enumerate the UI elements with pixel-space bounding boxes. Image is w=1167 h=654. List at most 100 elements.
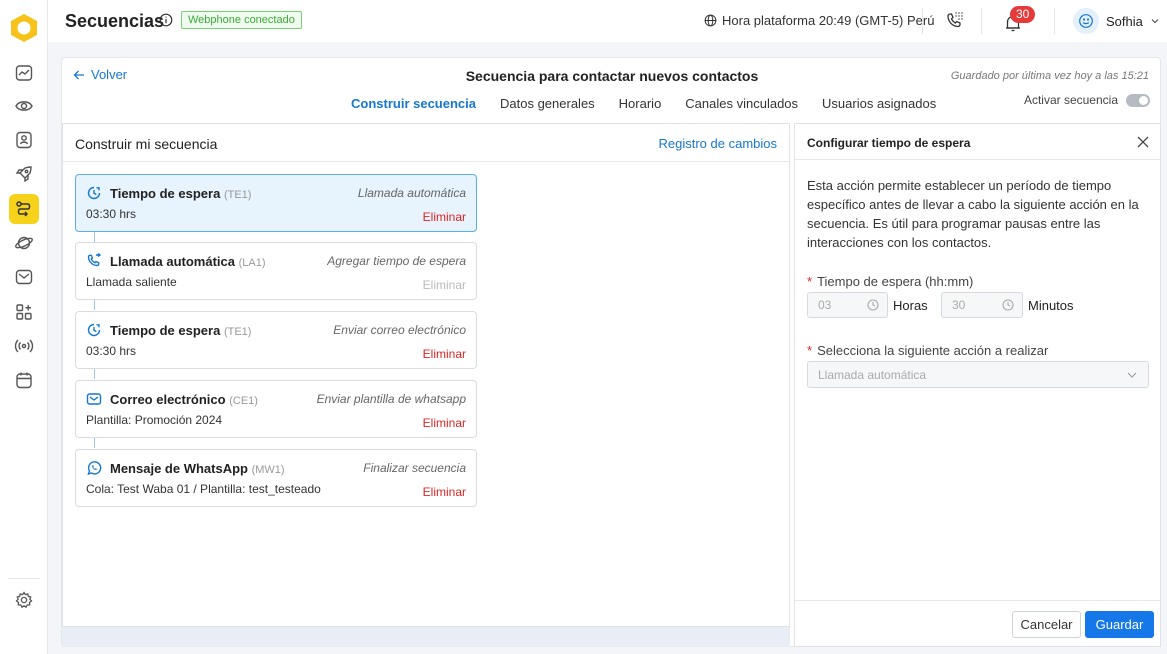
- save-button[interactable]: Guardar: [1085, 611, 1154, 638]
- config-header: Configurar tiempo de espera: [795, 124, 1160, 160]
- app-logo-icon[interactable]: [8, 12, 40, 44]
- sequence-header: Volver Secuencia para contactar nuevos c…: [62, 58, 1160, 122]
- saved-status: Guardado por última vez hoy a las 15:21: [950, 70, 1149, 82]
- step-detail: 03:30 hrs: [86, 344, 137, 358]
- step-connector: [94, 300, 95, 310]
- minutes-unit: Minutos: [1028, 298, 1074, 313]
- tab-horario[interactable]: Horario: [619, 96, 662, 111]
- mail-icon: [15, 269, 33, 285]
- sidebar-item-dashboard[interactable]: [9, 58, 39, 88]
- platform-time: Hora plataforma 20:49 (GMT-5) Perú: [704, 13, 934, 28]
- clock-icon: [1002, 299, 1014, 311]
- sidebar-item-settings[interactable]: [9, 585, 39, 615]
- webphone-status-badge: Webphone conectado: [181, 11, 302, 29]
- tab-canales-vinculados[interactable]: Canales vinculados: [685, 96, 798, 111]
- activity-icon: [15, 65, 33, 81]
- sidebar-item-channels[interactable]: [9, 331, 39, 361]
- avatar: [1073, 8, 1099, 34]
- step-detail: Plantilla: Promoción 2024: [86, 413, 223, 427]
- step-card[interactable]: Correo electrónico (CE1) Enviar plantill…: [75, 380, 477, 438]
- step-card[interactable]: Mensaje de WhatsApp (MW1) Finalizar secu…: [75, 449, 477, 507]
- chevron-down-icon: [1127, 372, 1137, 378]
- cancel-button[interactable]: Cancelar: [1012, 611, 1081, 638]
- step-detail: 03:30 hrs: [86, 207, 137, 221]
- builder-footer-strip: [62, 627, 790, 647]
- step-connector: [94, 369, 95, 379]
- planet-icon: [15, 236, 33, 250]
- step-name: Tiempo de espera (TE1): [110, 186, 252, 201]
- sidebar-item-integrations[interactable]: [9, 228, 39, 258]
- step-delete-button[interactable]: Eliminar: [423, 278, 466, 292]
- step-connector: [94, 232, 95, 242]
- mail-icon: [86, 393, 102, 405]
- sequence-tabs: Construir secuencia Datos generales Hora…: [351, 96, 960, 111]
- step-delete-button[interactable]: Eliminar: [423, 416, 466, 430]
- step-next-action: Llamada automática: [357, 186, 466, 200]
- step-card[interactable]: Tiempo de espera (TE1) Enviar correo ele…: [75, 311, 477, 369]
- clock-icon: [87, 186, 101, 200]
- page-title: Secuencias: [65, 11, 165, 31]
- config-title: Configurar tiempo de espera: [807, 136, 971, 150]
- info-icon[interactable]: [159, 13, 173, 27]
- minutes-value: 30: [952, 298, 966, 312]
- sidebar-item-contacts[interactable]: [9, 125, 39, 155]
- step-card[interactable]: Tiempo de espera (TE1) Llamada automátic…: [75, 174, 477, 232]
- apps-add-icon: [16, 304, 32, 320]
- builder-title: Construir mi secuencia: [75, 136, 218, 152]
- sidebar-item-monitor[interactable]: [9, 91, 39, 121]
- tab-datos-generales[interactable]: Datos generales: [500, 96, 595, 111]
- step-next-action: Enviar correo electrónico: [333, 323, 466, 337]
- step-delete-button[interactable]: Eliminar: [423, 210, 466, 224]
- activate-toggle[interactable]: [1126, 93, 1150, 107]
- sidebar-item-apps[interactable]: [9, 297, 39, 327]
- tab-construir-secuencia[interactable]: Construir secuencia: [351, 96, 476, 111]
- minutes-input[interactable]: 30: [941, 292, 1023, 318]
- step-name: Mensaje de WhatsApp (MW1): [110, 461, 285, 476]
- close-icon[interactable]: [1136, 135, 1150, 149]
- sequence-editor: Volver Secuencia para contactar nuevos c…: [61, 57, 1161, 647]
- step-detail: Llamada saliente: [86, 275, 177, 289]
- broadcast-icon: [14, 339, 34, 353]
- user-name: Sofhia: [1106, 13, 1143, 29]
- calendar-icon: [16, 372, 32, 389]
- sidebar-item-sequences[interactable]: [9, 194, 39, 224]
- step-name: Tiempo de espera (TE1): [110, 323, 252, 338]
- rocket-icon: [15, 166, 32, 183]
- step-next-action: Enviar plantilla de whatsapp: [316, 392, 466, 406]
- step-delete-button[interactable]: Eliminar: [423, 347, 466, 361]
- dialpad-phone-icon[interactable]: [943, 9, 967, 33]
- sidebar-item-campaigns[interactable]: [9, 159, 39, 189]
- activate-label: Activar secuencia: [1023, 93, 1118, 107]
- sidebar-item-mail[interactable]: [9, 262, 39, 292]
- builder-panel: Construir mi secuencia Registro de cambi…: [62, 123, 790, 627]
- contact-card-icon: [16, 131, 32, 149]
- step-detail: Cola: Test Waba 01 / Plantilla: test_tes…: [86, 482, 321, 496]
- sidebar-item-calendar[interactable]: [9, 365, 39, 395]
- clock-icon: [867, 299, 879, 311]
- step-name: Correo electrónico (CE1): [110, 392, 258, 407]
- hours-unit: Horas: [893, 298, 928, 313]
- divider: [1054, 8, 1055, 34]
- hours-input[interactable]: 03: [807, 292, 888, 318]
- eye-icon: [15, 101, 33, 111]
- top-bar: Secuencias Webphone conectado Hora plata…: [48, 0, 1167, 42]
- next-action-label: * Selecciona la siguiente acción a realiz…: [807, 343, 1049, 358]
- config-description: Esta acción permite establecer un períod…: [807, 178, 1139, 250]
- whatsapp-icon: [87, 461, 102, 476]
- divider: [981, 8, 982, 34]
- change-log-link[interactable]: Registro de cambios: [659, 136, 778, 151]
- builder-header: Construir mi secuencia Registro de cambi…: [63, 124, 789, 162]
- step-next-action: Agregar tiempo de espera: [327, 254, 466, 268]
- sidebar: [0, 0, 48, 654]
- settings-icon: [15, 591, 33, 609]
- smiley-icon: [1079, 14, 1093, 28]
- tab-usuarios-asignados[interactable]: Usuarios asignados: [822, 96, 936, 111]
- step-card[interactable]: Llamada automática (LA1) Agregar tiempo …: [75, 242, 477, 300]
- next-action-value: Llamada automática: [818, 367, 927, 382]
- config-panel: Configurar tiempo de espera Esta acción …: [794, 123, 1161, 647]
- step-next-action: Finalizar secuencia: [363, 461, 466, 475]
- phone-call-icon: [87, 253, 102, 267]
- user-menu[interactable]: Sofhia: [1073, 8, 1160, 34]
- step-delete-button[interactable]: Eliminar: [423, 485, 466, 499]
- next-action-select[interactable]: Llamada automática: [807, 361, 1149, 388]
